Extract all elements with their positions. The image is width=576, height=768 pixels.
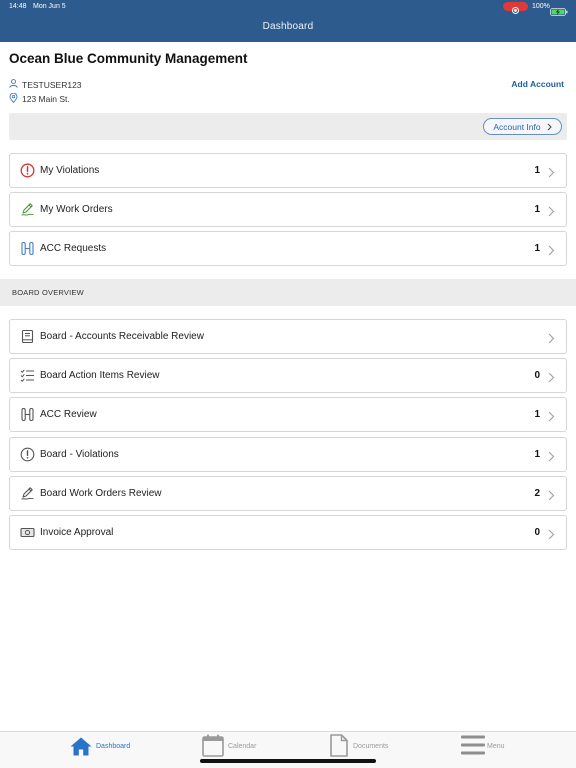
tab-dashboard[interactable]: Dashboard <box>68 732 138 762</box>
alert-circle-icon <box>20 447 35 462</box>
row-count: 2 <box>534 488 540 499</box>
row-label: Board - Accounts Receivable Review <box>40 331 204 342</box>
account-info-label: Account Info <box>493 121 541 132</box>
username: TESTUSER123 <box>22 79 82 90</box>
address: 123 Main St. <box>22 94 70 104</box>
battery-charging-icon <box>550 3 568 16</box>
book-icon <box>20 329 35 344</box>
checklist-icon <box>20 368 35 383</box>
alert-circle-icon <box>20 163 35 178</box>
acc-icon <box>20 241 35 256</box>
home-icon <box>70 737 92 756</box>
account-info-bar: Account Info <box>9 113 567 140</box>
board-accounts-receivable-row[interactable]: Board - Accounts Receivable Review <box>9 319 567 354</box>
chevron-right-icon <box>548 370 555 383</box>
row-label: ACC Requests <box>40 243 107 254</box>
chevron-right-icon <box>548 204 555 217</box>
money-bill-icon <box>20 525 35 540</box>
board-work-orders-row[interactable]: Board Work Orders Review 2 <box>9 476 567 511</box>
tab-label: Dashboard <box>96 743 131 750</box>
username-row: TESTUSER123 <box>9 79 82 90</box>
account-info-button[interactable]: Account Info <box>483 118 562 135</box>
tab-label: Menu <box>487 743 505 750</box>
chevron-right-icon <box>548 243 555 256</box>
chevron-right-icon <box>548 449 555 462</box>
tab-documents[interactable]: Documents <box>328 732 398 762</box>
status-date: Mon Jun 5 <box>33 3 66 10</box>
row-count: 1 <box>534 243 540 254</box>
calendar-icon <box>202 734 224 757</box>
chevron-right-icon <box>548 331 555 344</box>
row-count: 1 <box>534 165 540 176</box>
invoice-approval-row[interactable]: Invoice Approval 0 <box>9 515 567 550</box>
row-label: Board - Violations <box>40 449 119 460</box>
row-count: 0 <box>534 370 540 381</box>
my-work-orders-row[interactable]: My Work Orders 1 <box>9 192 567 227</box>
row-count: 0 <box>534 527 540 538</box>
chevron-right-icon <box>548 409 555 422</box>
tab-calendar[interactable]: Calendar <box>200 732 264 762</box>
status-time: 14:48 <box>9 3 27 10</box>
row-count: 1 <box>534 204 540 215</box>
row-label: Invoice Approval <box>40 527 114 538</box>
board-action-items-row[interactable]: Board Action Items Review 0 <box>9 358 567 393</box>
address-row: 123 Main St. <box>9 92 70 105</box>
navigation-header: 14:48 Mon Jun 5 100% Dashboard <box>0 0 576 42</box>
tab-menu[interactable]: Menu <box>459 732 511 762</box>
chevron-right-icon <box>548 488 555 501</box>
document-icon <box>330 734 348 757</box>
row-count: 1 <box>534 409 540 420</box>
acc-icon <box>20 407 35 422</box>
board-overview-header: BOARD OVERVIEW <box>0 279 576 306</box>
row-count: 1 <box>534 449 540 460</box>
pen-icon <box>20 486 35 501</box>
tab-label: Calendar <box>228 743 257 750</box>
section-title: BOARD OVERVIEW <box>12 288 84 297</box>
row-label: Board Action Items Review <box>40 370 160 381</box>
row-label: My Work Orders <box>40 204 113 215</box>
menu-icon <box>461 735 485 755</box>
location-pin-icon <box>9 92 22 105</box>
tab-label: Documents <box>353 743 389 750</box>
acc-requests-row[interactable]: ACC Requests 1 <box>9 231 567 266</box>
chevron-right-icon <box>547 123 552 130</box>
pen-icon <box>20 202 35 217</box>
home-indicator[interactable] <box>200 759 376 763</box>
user-icon <box>9 79 22 90</box>
chevron-right-icon <box>548 527 555 540</box>
row-label: My Violations <box>40 165 100 176</box>
board-violations-row[interactable]: Board - Violations 1 <box>9 437 567 472</box>
page-title: Dashboard <box>262 21 314 32</box>
association-name: Ocean Blue Community Management <box>9 51 248 66</box>
acc-review-row[interactable]: ACC Review 1 <box>9 397 567 432</box>
screen-recording-icon[interactable] <box>503 2 528 14</box>
row-label: Board Work Orders Review <box>40 488 162 499</box>
add-account-link[interactable]: Add Account <box>511 79 564 89</box>
my-violations-row[interactable]: My Violations 1 <box>9 153 567 188</box>
row-label: ACC Review <box>40 409 97 420</box>
chevron-right-icon <box>548 165 555 178</box>
battery-level: 100% <box>532 3 550 10</box>
